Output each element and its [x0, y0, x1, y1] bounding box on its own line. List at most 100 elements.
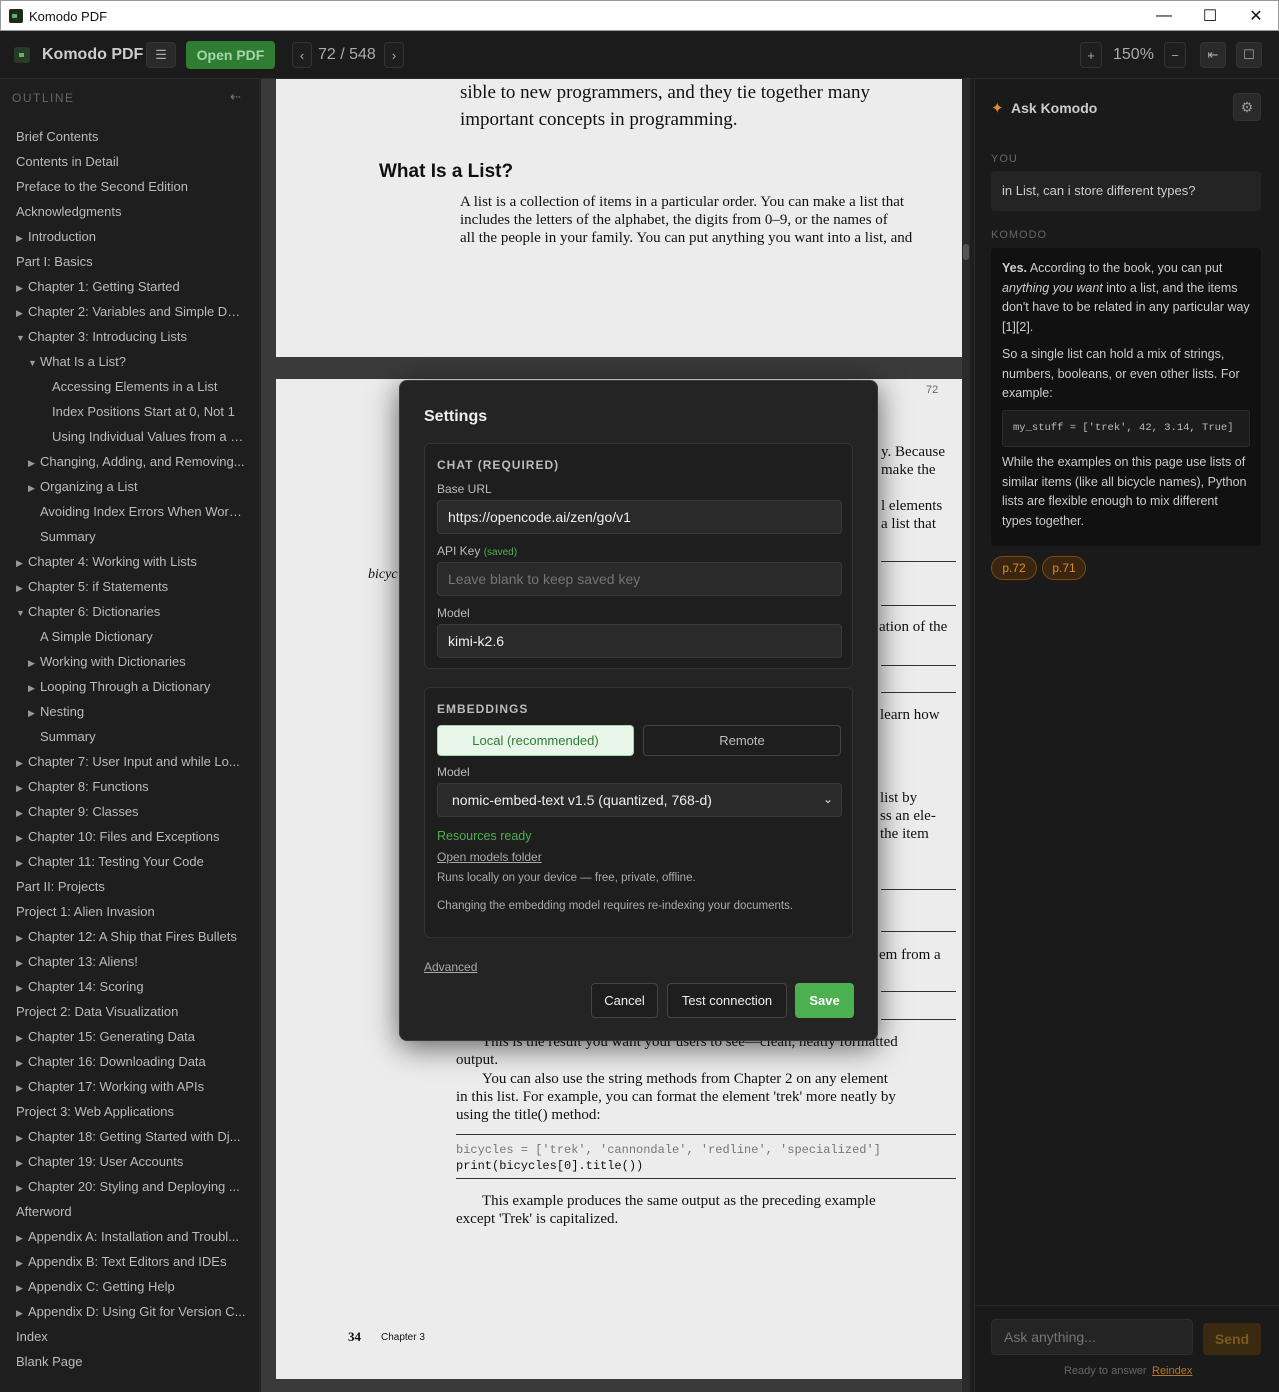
- outline-item[interactable]: ▶ Working with Dictionaries: [0, 649, 260, 674]
- expand-down-icon[interactable]: ▼: [16, 601, 25, 624]
- expand-right-icon[interactable]: ▶: [16, 576, 24, 599]
- outline-item[interactable]: Project 2: Data Visualization: [0, 999, 260, 1024]
- expand-right-icon[interactable]: ▶: [28, 651, 36, 674]
- outline-item[interactable]: Brief Contents: [0, 124, 260, 149]
- outline-item[interactable]: A Simple Dictionary: [0, 624, 260, 649]
- outline-item[interactable]: ▶ Appendix C: Getting Help: [0, 1274, 260, 1299]
- citation-p72[interactable]: p.72: [991, 556, 1037, 580]
- prev-page-button[interactable]: ‹: [292, 42, 312, 68]
- outline-item[interactable]: Index: [0, 1324, 260, 1349]
- outline-item[interactable]: ▶ Chapter 9: Classes: [0, 799, 260, 824]
- outline-item[interactable]: ▶ Chapter 14: Scoring: [0, 974, 260, 999]
- remote-embeddings-button[interactable]: Remote: [643, 725, 841, 756]
- expand-right-icon[interactable]: ▶: [28, 676, 36, 699]
- outline-item[interactable]: ▶ Chapter 11: Testing Your Code: [0, 849, 260, 874]
- expand-right-icon[interactable]: ▶: [16, 1176, 24, 1199]
- expand-right-icon[interactable]: ▶: [16, 1226, 24, 1249]
- expand-right-icon[interactable]: ▶: [16, 951, 24, 974]
- outline-item[interactable]: ▼ Chapter 6: Dictionaries: [0, 599, 260, 624]
- base-url-input[interactable]: https://opencode.ai/zen/go/v1: [437, 500, 842, 534]
- expand-right-icon[interactable]: ▶: [16, 1126, 24, 1149]
- outline-item[interactable]: ▶ Chapter 20: Styling and Deploying ...: [0, 1174, 260, 1199]
- open-pdf-button[interactable]: Open PDF: [186, 41, 275, 69]
- expand-right-icon[interactable]: ▶: [28, 451, 36, 474]
- expand-down-icon[interactable]: ▼: [28, 351, 37, 374]
- outline-item[interactable]: Part I: Basics: [0, 249, 260, 274]
- fit-width-button[interactable]: ⇤: [1200, 42, 1226, 68]
- outline-item[interactable]: ▶ Looping Through a Dictionary: [0, 674, 260, 699]
- expand-right-icon[interactable]: ▶: [16, 851, 24, 874]
- outline-item[interactable]: ▶ Chapter 5: if Statements: [0, 574, 260, 599]
- collapse-sidebar-icon[interactable]: ⇠: [230, 89, 241, 105]
- outline-item[interactable]: ▶ Organizing a List: [0, 474, 260, 499]
- outline-item[interactable]: ▶ Nesting: [0, 699, 260, 724]
- scrollbar-thumb[interactable]: [963, 244, 969, 260]
- outline-item[interactable]: ▶ Changing, Adding, and Removing...: [0, 449, 260, 474]
- outline-item[interactable]: ▶ Chapter 7: User Input and while Lo...: [0, 749, 260, 774]
- outline-item[interactable]: Blank Page: [0, 1349, 260, 1374]
- outline-item[interactable]: ▶ Appendix A: Installation and Troubl...: [0, 1224, 260, 1249]
- page-indicator[interactable]: 72 / 548: [318, 46, 376, 64]
- expand-right-icon[interactable]: ▶: [16, 1276, 24, 1299]
- outline-item[interactable]: ▶ Chapter 4: Working with Lists: [0, 549, 260, 574]
- expand-down-icon[interactable]: ▼: [16, 326, 25, 349]
- outline-item[interactable]: Using Individual Values from a List: [0, 424, 260, 449]
- save-button[interactable]: Save: [795, 983, 854, 1018]
- outline-item[interactable]: ▶ Chapter 10: Files and Exceptions: [0, 824, 260, 849]
- viewer-scrollbar[interactable]: [962, 79, 970, 1392]
- citation-p71[interactable]: p.71: [1042, 556, 1086, 580]
- outline-item[interactable]: Acknowledgments: [0, 199, 260, 224]
- expand-right-icon[interactable]: ▶: [16, 976, 24, 999]
- reindex-link[interactable]: Reindex: [1152, 1365, 1192, 1377]
- outline-item[interactable]: ▶ Chapter 17: Working with APIs: [0, 1074, 260, 1099]
- model-input[interactable]: kimi-k2.6: [437, 624, 842, 658]
- outline-item[interactable]: Summary: [0, 724, 260, 749]
- outline-item[interactable]: Afterword: [0, 1199, 260, 1224]
- outline-item[interactable]: Summary: [0, 524, 260, 549]
- expand-right-icon[interactable]: ▶: [28, 476, 36, 499]
- outline-item[interactable]: ▶ Appendix D: Using Git for Version C...: [0, 1299, 260, 1324]
- expand-right-icon[interactable]: ▶: [16, 826, 24, 849]
- send-button[interactable]: Send: [1203, 1323, 1261, 1355]
- outline-item[interactable]: ▶ Chapter 19: User Accounts: [0, 1149, 260, 1174]
- outline-item[interactable]: Preface to the Second Edition: [0, 174, 260, 199]
- maximize-button[interactable]: ☐: [1187, 1, 1233, 31]
- outline-item[interactable]: ▶ Chapter 8: Functions: [0, 774, 260, 799]
- zoom-out-button[interactable]: −: [1164, 42, 1186, 68]
- expand-right-icon[interactable]: ▶: [16, 1151, 24, 1174]
- expand-right-icon[interactable]: ▶: [16, 1026, 24, 1049]
- expand-right-icon[interactable]: ▶: [28, 701, 36, 724]
- expand-right-icon[interactable]: ▶: [16, 751, 24, 774]
- outline-item[interactable]: Contents in Detail: [0, 149, 260, 174]
- api-key-input[interactable]: [437, 562, 842, 596]
- expand-right-icon[interactable]: ▶: [16, 276, 24, 299]
- outline-item[interactable]: ▶ Chapter 15: Generating Data: [0, 1024, 260, 1049]
- expand-right-icon[interactable]: ▶: [16, 1301, 24, 1324]
- outline-item[interactable]: Accessing Elements in a List: [0, 374, 260, 399]
- outline-item[interactable]: ▶ Chapter 12: A Ship that Fires Bullets: [0, 924, 260, 949]
- outline-item[interactable]: ▼ What Is a List?: [0, 349, 260, 374]
- local-embeddings-button[interactable]: Local (recommended): [437, 725, 634, 756]
- outline-item[interactable]: ▶ Chapter 18: Getting Started with Dj...: [0, 1124, 260, 1149]
- expand-right-icon[interactable]: ▶: [16, 1251, 24, 1274]
- outline-item[interactable]: ▶ Chapter 13: Aliens!: [0, 949, 260, 974]
- test-connection-button[interactable]: Test connection: [667, 983, 787, 1018]
- expand-right-icon[interactable]: ▶: [16, 776, 24, 799]
- outline-item[interactable]: ▶ Introduction: [0, 224, 260, 249]
- next-page-button[interactable]: ›: [384, 42, 404, 68]
- expand-right-icon[interactable]: ▶: [16, 1076, 24, 1099]
- advanced-link[interactable]: Advanced: [424, 960, 477, 974]
- outline-item[interactable]: ▶ Appendix B: Text Editors and IDEs: [0, 1249, 260, 1274]
- outline-item[interactable]: Avoiding Index Errors When Workin...: [0, 499, 260, 524]
- close-window-button[interactable]: ✕: [1233, 1, 1279, 31]
- cancel-button[interactable]: Cancel: [591, 983, 658, 1018]
- embedding-model-select[interactable]: nomic-embed-text v1.5 (quantized, 768-d)…: [437, 783, 842, 817]
- outline-item[interactable]: Project 1: Alien Invasion: [0, 899, 260, 924]
- outline-item[interactable]: ▼ Chapter 3: Introducing Lists: [0, 324, 260, 349]
- chat-settings-button[interactable]: ⚙: [1233, 93, 1261, 121]
- expand-right-icon[interactable]: ▶: [16, 926, 24, 949]
- outline-item[interactable]: Project 3: Web Applications: [0, 1099, 260, 1124]
- chat-input[interactable]: [991, 1319, 1193, 1355]
- zoom-in-button[interactable]: +: [1080, 42, 1102, 68]
- outline-item[interactable]: ▶ Chapter 16: Downloading Data: [0, 1049, 260, 1074]
